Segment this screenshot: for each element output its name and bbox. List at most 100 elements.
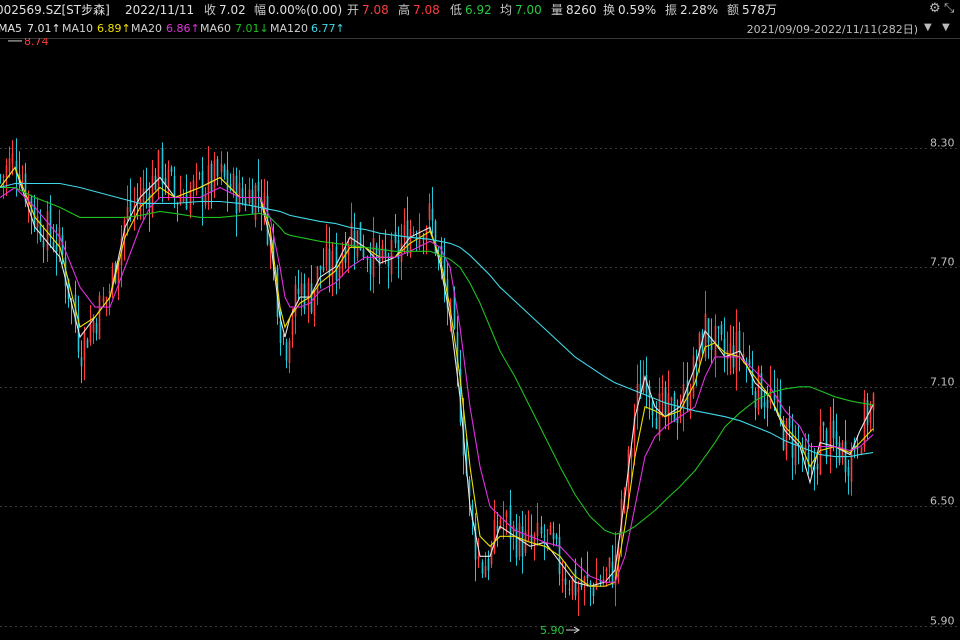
candle-body: [182, 198, 185, 202]
candle-body: [210, 163, 213, 192]
candle-body: [655, 417, 658, 429]
candle-body: [226, 169, 229, 190]
candle-body: [307, 282, 310, 306]
low-label: 低: [450, 3, 463, 17]
candle-body: [359, 222, 362, 251]
candle-body: [664, 387, 667, 415]
candle-body: [549, 525, 552, 535]
candle-body: [198, 173, 201, 175]
candle-body: [288, 340, 291, 364]
candle-body: [602, 578, 605, 581]
candle-body: [428, 203, 431, 220]
candle-body: [832, 420, 835, 439]
ma5-value: 7.01↑: [27, 22, 61, 35]
candle-body: [126, 207, 129, 220]
candle-body: [791, 432, 794, 458]
candle-body: [216, 159, 219, 177]
candle-body: [192, 180, 195, 191]
candle-body: [0, 176, 2, 178]
candle-body: [297, 288, 300, 294]
candle-body: [338, 264, 341, 279]
candle-body: [179, 197, 182, 204]
candle-body: [763, 401, 766, 407]
candle-body: [310, 283, 313, 313]
candle-body: [487, 558, 490, 571]
candle-body: [869, 403, 872, 423]
candle-body: [400, 243, 403, 263]
candle-body: [369, 259, 372, 275]
ma20-line: [0, 186, 874, 583]
candle-body: [704, 313, 707, 358]
collapse-icon[interactable]: ⤡: [944, 2, 954, 16]
y-tick-label-2: 7.10: [930, 376, 955, 389]
candle-body: [157, 150, 160, 190]
y-axis: 8.30 7.70 7.10 6.50 5.90: [930, 137, 955, 628]
candle-body: [651, 402, 654, 416]
candle-body: [279, 320, 282, 343]
candle-body: [213, 160, 216, 190]
candle-body: [536, 522, 539, 536]
chevron-down-icon-2[interactable]: ▼: [942, 21, 950, 35]
candle-body: [300, 283, 303, 296]
candle-body: [195, 172, 198, 174]
candle-body: [829, 421, 832, 456]
ma10-label: MA10: [62, 22, 94, 35]
close-value: 7.02: [219, 3, 246, 17]
candle-body: [105, 296, 108, 298]
candle-body: [8, 158, 11, 173]
ma120-value: 6.77↑: [311, 22, 345, 35]
candle-body: [540, 526, 543, 534]
open-value: 7.08: [362, 3, 389, 17]
candle-body: [577, 587, 580, 593]
candle-body: [322, 266, 325, 271]
candle-body: [223, 165, 226, 177]
candle-body: [592, 587, 595, 597]
candle-body: [232, 173, 235, 193]
candle-body: [670, 397, 673, 401]
candle-body: [285, 342, 288, 361]
candle-body: [546, 529, 549, 531]
candle-body: [325, 246, 328, 266]
ma60-value: 7.01↓: [235, 22, 269, 35]
candle-body: [847, 467, 850, 477]
candle-body: [555, 535, 558, 539]
candle-body: [173, 175, 176, 197]
candle-body: [673, 393, 676, 422]
quote-info-bar: 002569.SZ[ST步森] 2022/11/11 收 7.02 幅 0.00…: [0, 0, 960, 20]
candle-body: [52, 241, 55, 250]
candle-body: [714, 325, 717, 357]
amplitude-value: 2.28%: [680, 3, 719, 17]
candle-body: [5, 165, 8, 178]
candle-body: [720, 324, 723, 335]
candle-body: [350, 222, 353, 246]
kline-chart[interactable]: 8.30 7.70 7.10 6.50 5.90 8.74 5.90: [0, 38, 960, 640]
close-label: 收: [204, 3, 217, 17]
candle-body: [251, 189, 254, 214]
candle-body: [515, 527, 518, 558]
quote-date: 2022/11/11: [125, 3, 195, 17]
ma120-label: MA120: [270, 22, 309, 35]
gear-icon[interactable]: ⚙: [929, 2, 941, 16]
candle-body: [356, 230, 359, 257]
candle-body: [89, 325, 92, 343]
date-range-label: 2021/09/09-2022/11/11(282日): [746, 23, 918, 36]
candle-body: [55, 244, 58, 253]
candle-body: [543, 535, 546, 538]
candle-body: [608, 557, 611, 568]
chevron-down-icon[interactable]: ▼: [924, 21, 932, 35]
candle-body: [46, 211, 49, 251]
candle-body: [294, 284, 297, 317]
candle-body: [241, 188, 244, 198]
candle-body: [136, 198, 139, 200]
candle-body: [605, 569, 608, 572]
stock-code[interactable]: 002569.SZ[ST步森]: [0, 0, 110, 20]
y-tick-label-1: 7.70: [930, 256, 955, 269]
ma60-label: MA60: [200, 22, 232, 35]
candle-body: [319, 265, 322, 270]
turnover-label: 换: [603, 3, 616, 17]
candle-body: [86, 339, 89, 348]
candle-body: [561, 578, 564, 582]
candle-body: [552, 532, 555, 540]
high-label: 高: [398, 3, 411, 17]
candle-body: [527, 529, 530, 531]
